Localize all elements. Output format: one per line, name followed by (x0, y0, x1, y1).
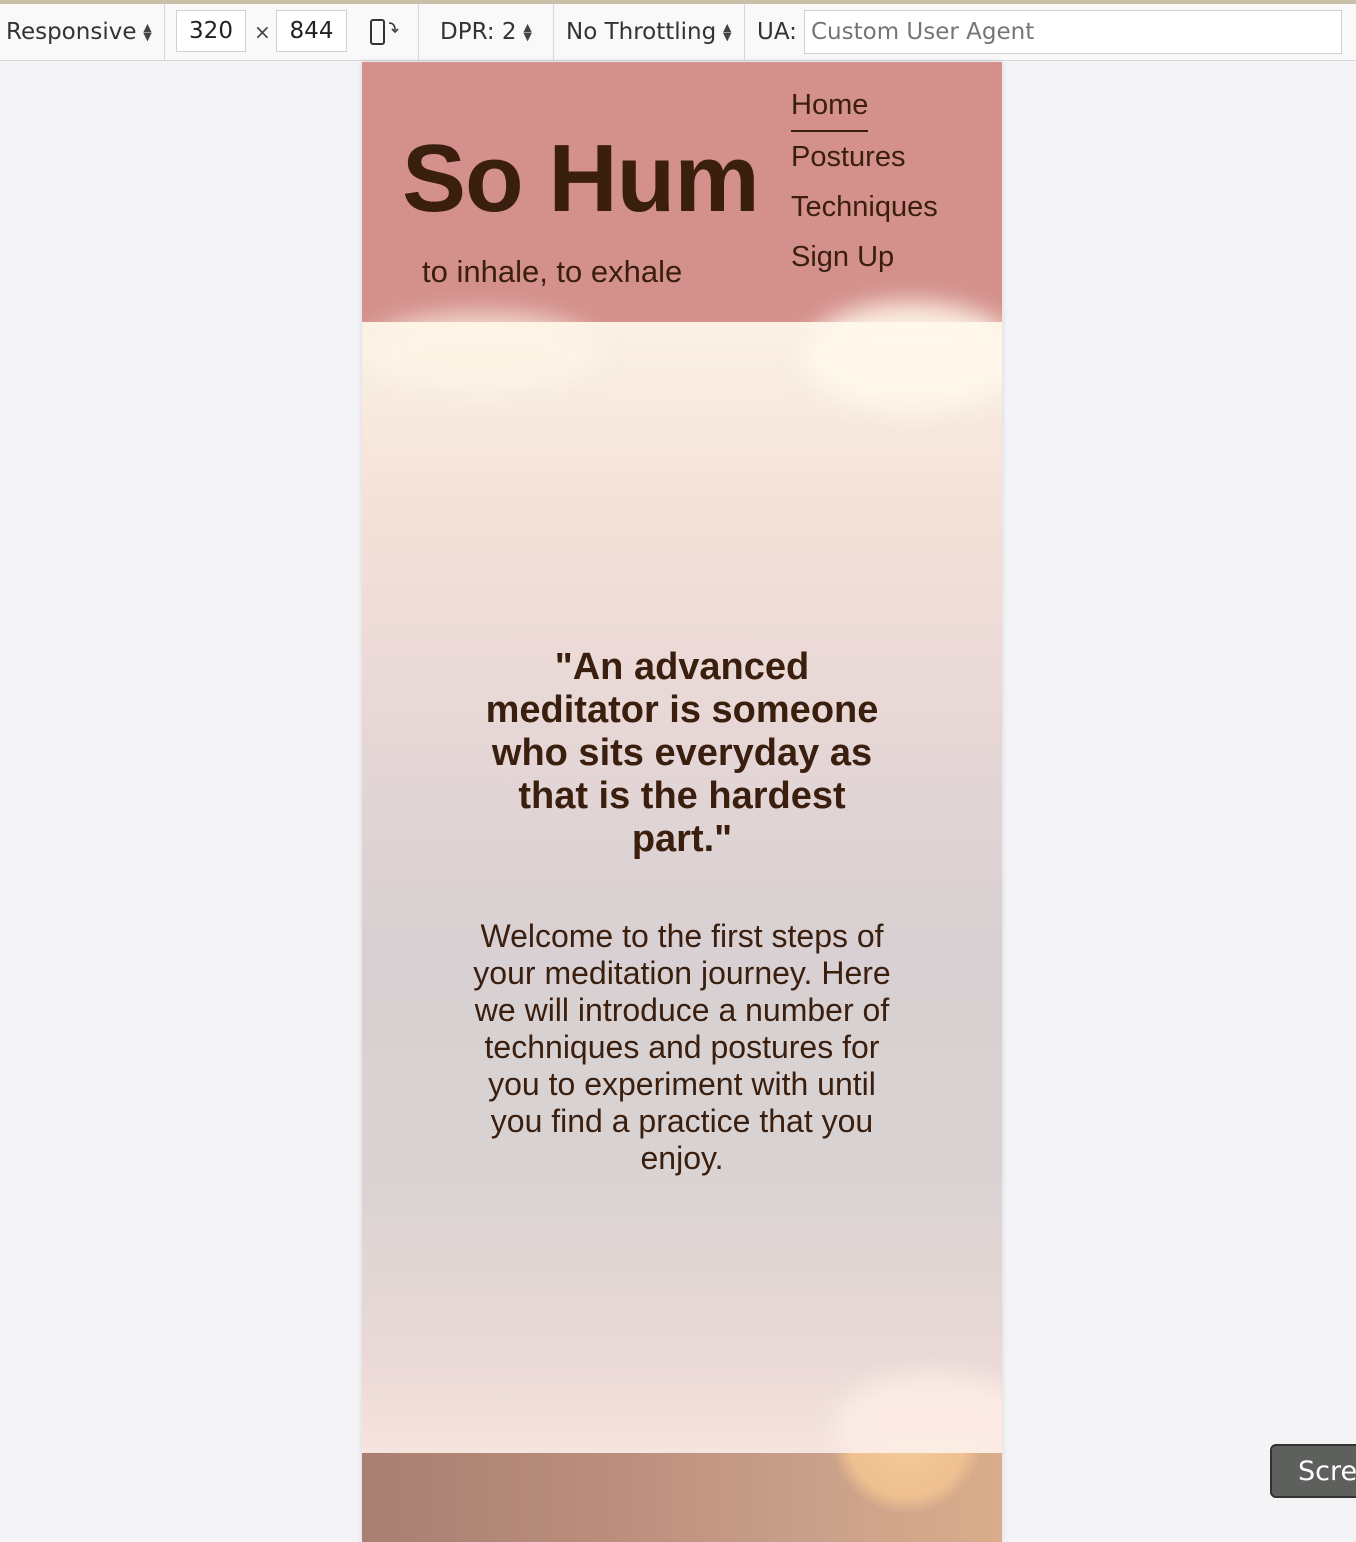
user-agent-input[interactable] (804, 10, 1342, 54)
next-section-banner (362, 1453, 1002, 1542)
select-arrows-icon: ▲ ▼ (523, 21, 532, 43)
responsive-design-toolbar: Responsive ▲ ▼ 320 × 844 DPR: 2 ▲ ▼ No Thr… (0, 4, 1356, 61)
ua-label: UA: (757, 19, 797, 45)
throttling-label: No Throttling (566, 19, 717, 45)
dpr-select[interactable]: DPR: 2 ▲ ▼ (440, 4, 533, 60)
screenshot-button[interactable]: Screenshot (1270, 1444, 1356, 1498)
viewport-width-input[interactable]: 320 (176, 10, 246, 52)
rotate-device-button[interactable] (368, 4, 400, 60)
device-preset-label: Responsive (6, 19, 137, 45)
nav-link-sign-up[interactable]: Sign Up (791, 238, 894, 276)
toolbar-divider (164, 4, 165, 60)
select-arrows-icon: ▲ ▼ (143, 21, 152, 43)
dimension-separator: × (254, 20, 271, 44)
toolbar-divider (553, 4, 554, 60)
hero-quote: "An advanced meditator is someone who si… (485, 646, 879, 860)
hero-cloud (802, 302, 1002, 412)
toolbar-divider (418, 4, 419, 60)
hero-cloud (362, 312, 602, 392)
throttling-select[interactable]: No Throttling ▲ ▼ (566, 4, 732, 60)
site-logo[interactable]: So Hum (402, 124, 760, 234)
toolbar-divider (744, 4, 745, 60)
sun-glow (832, 1453, 982, 1513)
rotate-device-icon (370, 19, 399, 45)
viewport-height-input[interactable]: 844 (276, 10, 347, 52)
site-tagline: to inhale, to exhale (422, 254, 683, 289)
dpr-label: DPR: 2 (440, 19, 517, 45)
nav-link-home[interactable]: Home (791, 86, 869, 132)
nav-link-postures[interactable]: Postures (791, 138, 905, 176)
select-arrows-icon: ▲ ▼ (723, 21, 732, 43)
device-viewport: So Hum to inhale, to exhale Home Posture… (362, 62, 1002, 1542)
site-header: So Hum to inhale, to exhale Home Posture… (362, 62, 1002, 322)
hero-section: "An advanced meditator is someone who si… (362, 302, 1002, 1482)
nav-link-techniques[interactable]: Techniques (791, 188, 938, 226)
welcome-text: Welcome to the first steps of your medit… (473, 918, 891, 1176)
device-preset-select[interactable]: Responsive ▲ ▼ (6, 4, 152, 60)
